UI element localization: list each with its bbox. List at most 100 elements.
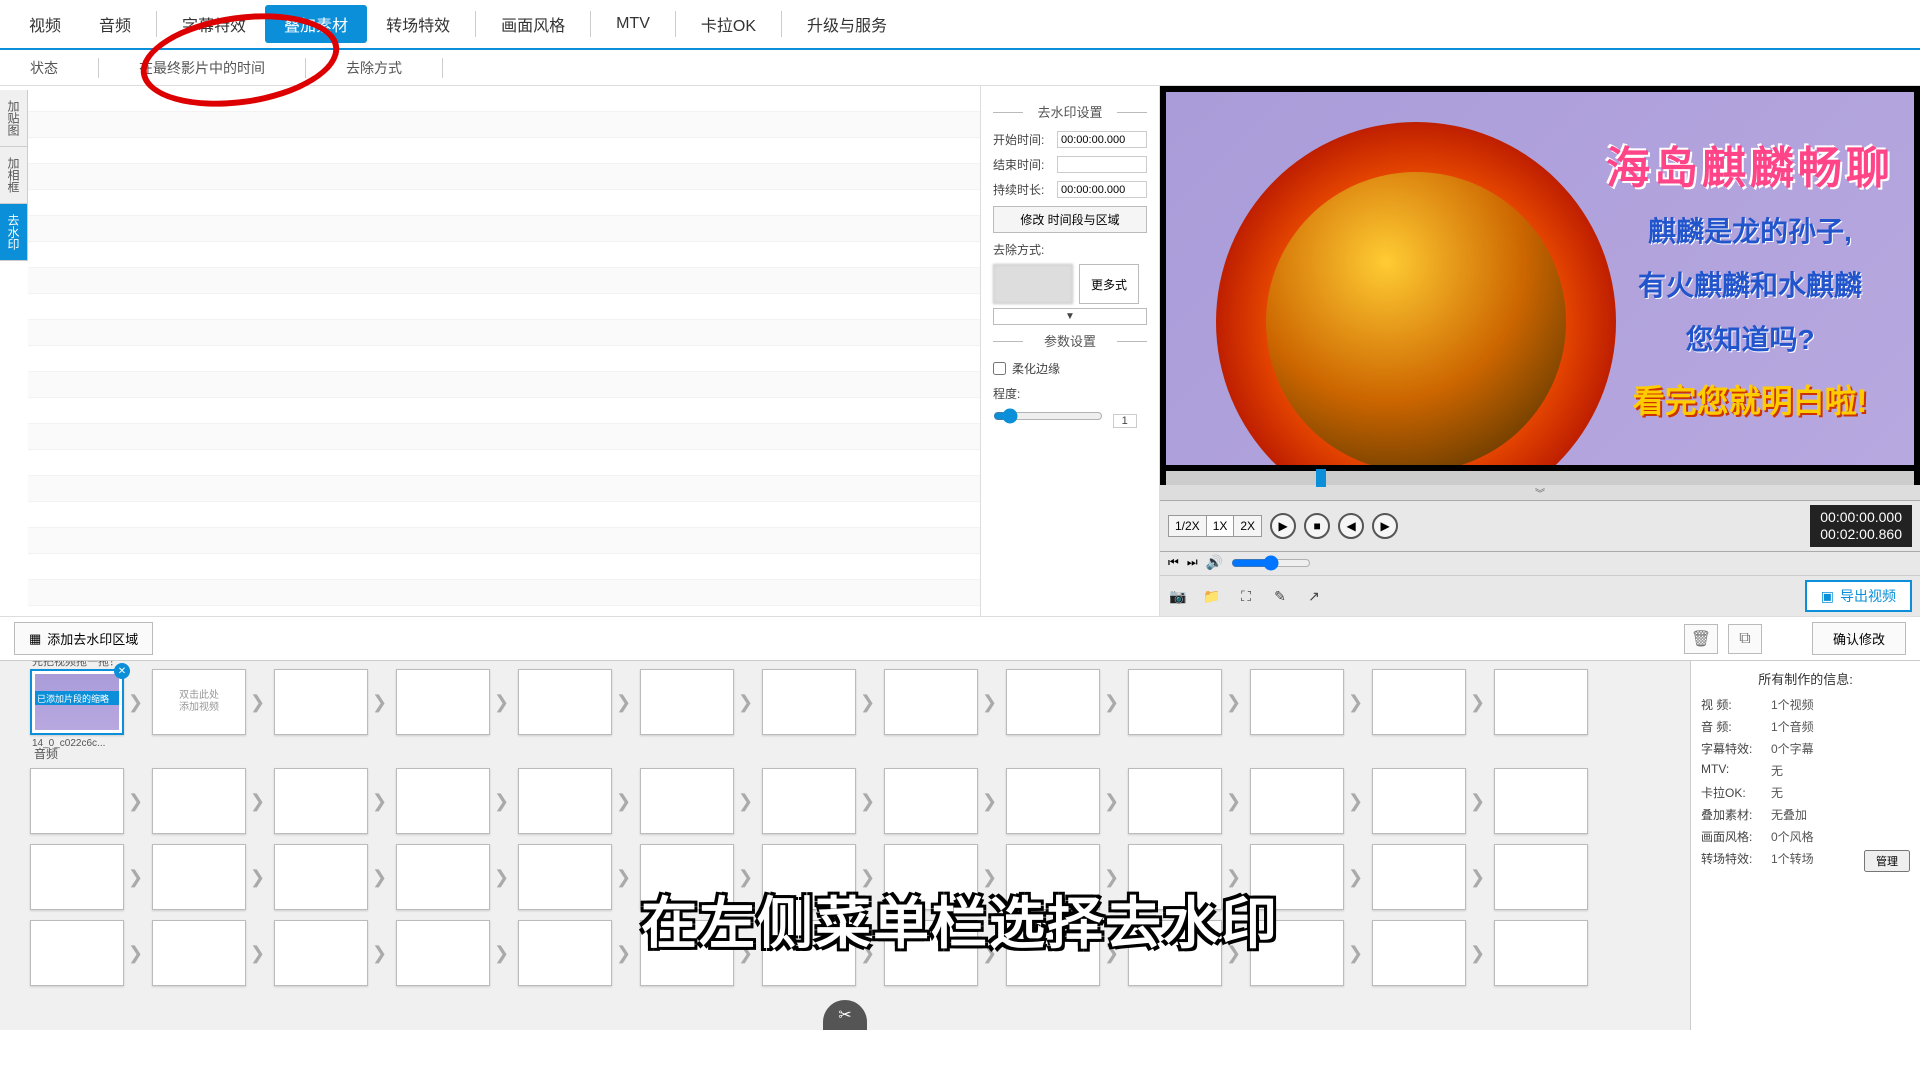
- tab-karaoke[interactable]: 卡拉OK: [682, 5, 775, 43]
- export-video-button[interactable]: ▣ 导出视频: [1805, 580, 1912, 612]
- transition-icon[interactable]: ❯: [738, 692, 758, 712]
- timeline-clip-empty[interactable]: [1128, 669, 1222, 735]
- timeline-clip-empty[interactable]: [518, 669, 612, 735]
- transition-icon[interactable]: ❯: [1104, 791, 1124, 811]
- fullscreen-icon[interactable]: ⛶: [1236, 586, 1256, 606]
- timeline-clip-empty[interactable]: [274, 844, 368, 910]
- volume-slider[interactable]: [1231, 555, 1311, 571]
- transition-icon[interactable]: ❯: [128, 692, 148, 712]
- timeline-clip-empty[interactable]: [274, 768, 368, 834]
- timeline-clip-empty[interactable]: [152, 920, 246, 986]
- tab-transition-fx[interactable]: 转场特效: [367, 5, 469, 43]
- tab-mtv[interactable]: MTV: [597, 8, 669, 40]
- slider-degree[interactable]: [993, 408, 1103, 424]
- transition-icon[interactable]: ❯: [1470, 943, 1490, 963]
- clip-remove-icon[interactable]: ✕: [114, 663, 130, 679]
- manage-transitions-button[interactable]: [1864, 850, 1910, 872]
- transition-icon[interactable]: ❯: [250, 943, 270, 963]
- timeline-clip-empty[interactable]: [762, 669, 856, 735]
- transition-icon[interactable]: ❯: [982, 692, 1002, 712]
- tab-upgrade[interactable]: 升级与服务: [788, 5, 906, 43]
- timeline-clip-empty[interactable]: [1250, 669, 1344, 735]
- timeline-clip-empty[interactable]: [1006, 768, 1100, 834]
- tab-subtitle-fx[interactable]: 字幕特效: [163, 5, 265, 43]
- transition-icon[interactable]: ❯: [128, 943, 148, 963]
- timeline-clip-empty[interactable]: [396, 844, 490, 910]
- timeline-clip-empty[interactable]: [1494, 844, 1588, 910]
- timeline-clip-empty[interactable]: 双击此处 添加视频: [152, 669, 246, 735]
- open-folder-icon[interactable]: 📁: [1202, 586, 1222, 606]
- confirm-changes-button[interactable]: 确认修改: [1812, 622, 1906, 655]
- transition-icon[interactable]: ❯: [616, 867, 636, 887]
- timeline-clip-empty[interactable]: [518, 920, 612, 986]
- transition-icon[interactable]: ❯: [738, 791, 758, 811]
- transition-icon[interactable]: ❯: [372, 791, 392, 811]
- input-end-time[interactable]: [1057, 156, 1147, 173]
- tab-style[interactable]: 画面风格: [482, 5, 584, 43]
- timeline-clip-empty[interactable]: [518, 768, 612, 834]
- timeline-clip-empty[interactable]: [30, 844, 124, 910]
- scrubber-bar[interactable]: [1166, 471, 1914, 485]
- speed-half[interactable]: 1/2X: [1169, 516, 1207, 536]
- transition-icon[interactable]: ❯: [860, 692, 880, 712]
- timeline-clip-empty[interactable]: [1372, 844, 1466, 910]
- transition-icon[interactable]: ❯: [1348, 943, 1368, 963]
- timeline-clip-empty[interactable]: [152, 768, 246, 834]
- speed-2x[interactable]: 2X: [1234, 516, 1261, 536]
- copy-button[interactable]: ⧉: [1728, 624, 1762, 654]
- timeline-clip-empty[interactable]: [1128, 768, 1222, 834]
- timeline-clip-empty[interactable]: [1494, 768, 1588, 834]
- collapse-handle[interactable]: ︾: [1160, 485, 1920, 500]
- timeline-clip-empty[interactable]: [396, 768, 490, 834]
- prev-frame-button[interactable]: ◀: [1338, 513, 1364, 539]
- video-canvas[interactable]: 海岛麒麟畅聊 麒麟是龙的孙子, 有火麒麟和水麒麟 您知道吗? 看完您就明白啦!: [1166, 92, 1914, 465]
- timeline-clip-empty[interactable]: [30, 920, 124, 986]
- input-start-time[interactable]: [1057, 131, 1147, 148]
- seek-end-icon[interactable]: ⏭: [1187, 555, 1198, 570]
- transition-icon[interactable]: ❯: [128, 867, 148, 887]
- timeline-clip-empty[interactable]: [1250, 768, 1344, 834]
- transition-icon[interactable]: ❯: [1348, 791, 1368, 811]
- checkbox-soften-edge[interactable]: [993, 362, 1006, 375]
- timeline-clip-empty[interactable]: [1372, 768, 1466, 834]
- transition-icon[interactable]: ❯: [128, 791, 148, 811]
- timeline-clip-empty[interactable]: [1494, 920, 1588, 986]
- edit-time-region-button[interactable]: 修改 时间段与区域: [993, 206, 1147, 233]
- share-icon[interactable]: ↗: [1304, 586, 1324, 606]
- snapshot-icon[interactable]: 📷: [1168, 586, 1188, 606]
- timeline-clip-empty[interactable]: [274, 920, 368, 986]
- transition-icon[interactable]: ❯: [494, 692, 514, 712]
- timeline-clip-empty[interactable]: [1494, 669, 1588, 735]
- volume-icon[interactable]: 🔊: [1206, 554, 1223, 571]
- timeline-clip-empty[interactable]: [640, 669, 734, 735]
- timeline-clip-empty[interactable]: [152, 844, 246, 910]
- timeline-clip-empty[interactable]: [884, 669, 978, 735]
- transition-icon[interactable]: ❯: [1226, 791, 1246, 811]
- transition-icon[interactable]: ❯: [1348, 692, 1368, 712]
- transition-icon[interactable]: ❯: [494, 867, 514, 887]
- seek-start-icon[interactable]: ⏮: [1168, 555, 1179, 570]
- timeline-clip-empty[interactable]: [762, 768, 856, 834]
- transition-icon[interactable]: ❯: [1226, 692, 1246, 712]
- timeline-clip-empty[interactable]: [396, 669, 490, 735]
- vtab-sticker[interactable]: 加贴图: [0, 90, 27, 147]
- timeline-clip-empty[interactable]: [640, 768, 734, 834]
- delete-button[interactable]: 🗑: [1684, 624, 1718, 654]
- transition-icon[interactable]: ❯: [982, 791, 1002, 811]
- transition-icon[interactable]: ❯: [616, 943, 636, 963]
- add-watermark-region-button[interactable]: ▦ 添加去水印区域: [14, 622, 153, 655]
- vtab-remove-watermark[interactable]: 去水印: [0, 204, 27, 261]
- transition-icon[interactable]: ❯: [250, 692, 270, 712]
- timeline-clip-empty[interactable]: [30, 768, 124, 834]
- next-frame-button[interactable]: ▶: [1372, 513, 1398, 539]
- play-button[interactable]: ▶: [1270, 513, 1296, 539]
- transition-icon[interactable]: ❯: [494, 791, 514, 811]
- transition-icon[interactable]: ❯: [494, 943, 514, 963]
- timeline-clip-1[interactable]: 先把视频拖一拖！ 已添加片段的缩略图 ✕ 14_0_c022c6c...: [30, 669, 124, 735]
- transition-icon[interactable]: ❯: [860, 791, 880, 811]
- method-sample-preview[interactable]: [993, 264, 1073, 304]
- timeline-clip-empty[interactable]: [1372, 669, 1466, 735]
- transition-icon[interactable]: ❯: [250, 867, 270, 887]
- input-duration[interactable]: [1057, 181, 1147, 198]
- timeline-clip-empty[interactable]: [884, 768, 978, 834]
